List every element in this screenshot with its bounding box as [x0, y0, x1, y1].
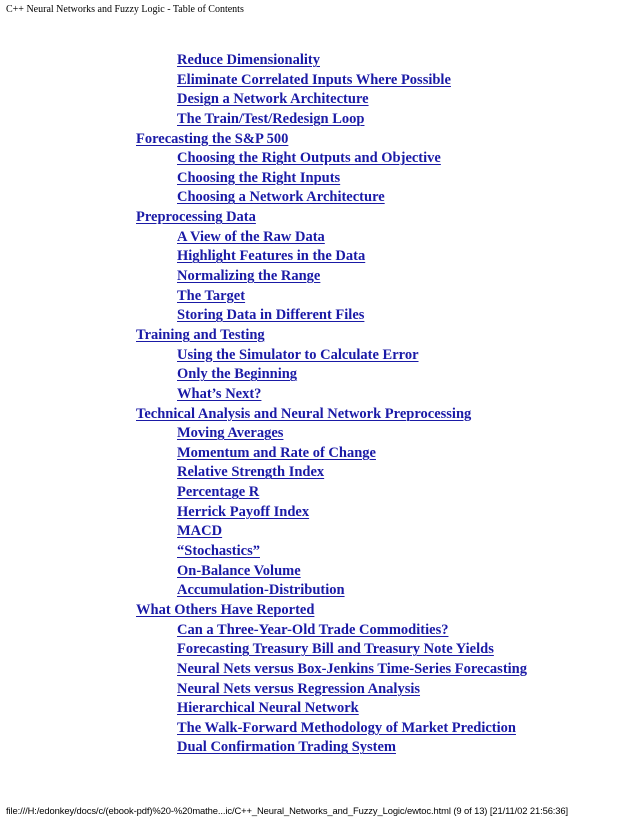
toc-subsection: Hierarchical Neural Network — [0, 699, 638, 719]
toc-subsection: Dual Confirmation Trading System — [0, 738, 638, 758]
toc-subsection-link[interactable]: Normalizing the Range — [177, 268, 320, 284]
toc-subsection: Herrick Payoff Index — [0, 503, 638, 523]
toc-section-link[interactable]: Preprocessing Data — [136, 209, 256, 225]
toc-subsection-link[interactable]: Choosing the Right Inputs — [177, 170, 340, 186]
toc-subsection: Percentage R — [0, 483, 638, 503]
toc-subsection-link[interactable]: Forecasting Treasury Bill and Treasury N… — [177, 641, 494, 657]
page-header-title: C++ Neural Networks and Fuzzy Logic - Ta… — [6, 4, 244, 15]
toc-subsection: The Walk-Forward Methodology of Market P… — [0, 719, 638, 739]
toc-subsection: Normalizing the Range — [0, 267, 638, 287]
toc-section: Technical Analysis and Neural Network Pr… — [0, 405, 638, 425]
toc-subsection-link[interactable]: Hierarchical Neural Network — [177, 700, 359, 716]
toc-subsection: Only the Beginning — [0, 365, 638, 385]
toc-section-link[interactable]: What Others Have Reported — [136, 602, 314, 618]
toc-subsection: Choosing the Right Inputs — [0, 169, 638, 189]
toc-section-link[interactable]: Forecasting the S&P 500 — [136, 131, 288, 147]
toc-subsection-link[interactable]: Neural Nets versus Box-Jenkins Time-Seri… — [177, 661, 527, 677]
table-of-contents: Reduce Dimensionality Eliminate Correlate… — [0, 51, 638, 758]
toc-subsection: Neural Nets versus Box-Jenkins Time-Seri… — [0, 660, 638, 680]
toc-subsection-link[interactable]: What’s Next? — [177, 386, 261, 402]
toc-section: Preprocessing Data — [0, 208, 638, 228]
toc-subsection: Eliminate Correlated Inputs Where Possib… — [0, 71, 638, 91]
toc-subsection: Design a Network Architecture — [0, 90, 638, 110]
toc-subsection: Reduce Dimensionality — [0, 51, 638, 71]
toc-subsection: Choosing the Right Outputs and Objective — [0, 149, 638, 169]
toc-subsection-link[interactable]: Momentum and Rate of Change — [177, 445, 376, 461]
toc-subsection-link[interactable]: Highlight Features in the Data — [177, 248, 365, 264]
toc-subsection-link[interactable]: Storing Data in Different Files — [177, 307, 364, 323]
toc-subsection-link[interactable]: Neural Nets versus Regression Analysis — [177, 681, 420, 697]
toc-subsection: Relative Strength Index — [0, 463, 638, 483]
toc-subsection: Moving Averages — [0, 424, 638, 444]
toc-subsection: Neural Nets versus Regression Analysis — [0, 680, 638, 700]
toc-section: Training and Testing — [0, 326, 638, 346]
toc-subsection-link[interactable]: Can a Three-Year-Old Trade Commodities? — [177, 622, 448, 638]
toc-subsection-link[interactable]: The Target — [177, 288, 245, 304]
toc-subsection: The Train/Test/Redesign Loop — [0, 110, 638, 130]
toc-subsection: Highlight Features in the Data — [0, 247, 638, 267]
toc-subsection-link[interactable]: Using the Simulator to Calculate Error — [177, 347, 419, 363]
toc-subsection-link[interactable]: Herrick Payoff Index — [177, 504, 309, 520]
toc-subsection-link[interactable]: Design a Network Architecture — [177, 91, 369, 107]
toc-subsection-link[interactable]: MACD — [177, 523, 222, 539]
toc-subsection: What’s Next? — [0, 385, 638, 405]
toc-subsection: Momentum and Rate of Change — [0, 444, 638, 464]
toc-subsection: “Stochastics” — [0, 542, 638, 562]
toc-subsection-link[interactable]: Relative Strength Index — [177, 464, 324, 480]
toc-subsection-link[interactable]: Eliminate Correlated Inputs Where Possib… — [177, 72, 451, 88]
toc-subsection-link[interactable]: Dual Confirmation Trading System — [177, 739, 396, 755]
toc-subsection: Can a Three-Year-Old Trade Commodities? — [0, 621, 638, 641]
toc-subsection: Forecasting Treasury Bill and Treasury N… — [0, 640, 638, 660]
toc-subsection: On-Balance Volume — [0, 562, 638, 582]
toc-subsection-link[interactable]: Choosing the Right Outputs and Objective — [177, 150, 441, 166]
toc-subsection: Using the Simulator to Calculate Error — [0, 346, 638, 366]
toc-subsection: Accumulation-Distribution — [0, 581, 638, 601]
toc-subsection: MACD — [0, 522, 638, 542]
toc-subsection-link[interactable]: Percentage R — [177, 484, 259, 500]
toc-subsection: Choosing a Network Architecture — [0, 188, 638, 208]
toc-subsection-link[interactable]: The Walk-Forward Methodology of Market P… — [177, 720, 516, 736]
toc-section-link[interactable]: Training and Testing — [136, 327, 265, 343]
toc-subsection-link[interactable]: Moving Averages — [177, 425, 283, 441]
toc-subsection-link[interactable]: Only the Beginning — [177, 366, 297, 382]
toc-subsection-link[interactable]: “Stochastics” — [177, 543, 260, 559]
toc-subsection-link[interactable]: Reduce Dimensionality — [177, 52, 320, 68]
toc-section: Forecasting the S&P 500 — [0, 130, 638, 150]
toc-subsection-link[interactable]: The Train/Test/Redesign Loop — [177, 111, 364, 127]
toc-subsection: A View of the Raw Data — [0, 228, 638, 248]
toc-section-link[interactable]: Technical Analysis and Neural Network Pr… — [136, 406, 471, 422]
toc-section: What Others Have Reported — [0, 601, 638, 621]
page-footer-path: file:///H:/edonkey/docs/c/(ebook-pdf)%20… — [6, 805, 569, 816]
toc-subsection-link[interactable]: On-Balance Volume — [177, 563, 301, 579]
toc-subsection-link[interactable]: Choosing a Network Architecture — [177, 189, 385, 205]
toc-subsection: Storing Data in Different Files — [0, 306, 638, 326]
toc-subsection: The Target — [0, 287, 638, 307]
toc-subsection-link[interactable]: Accumulation-Distribution — [177, 582, 345, 598]
toc-subsection-link[interactable]: A View of the Raw Data — [177, 229, 325, 245]
